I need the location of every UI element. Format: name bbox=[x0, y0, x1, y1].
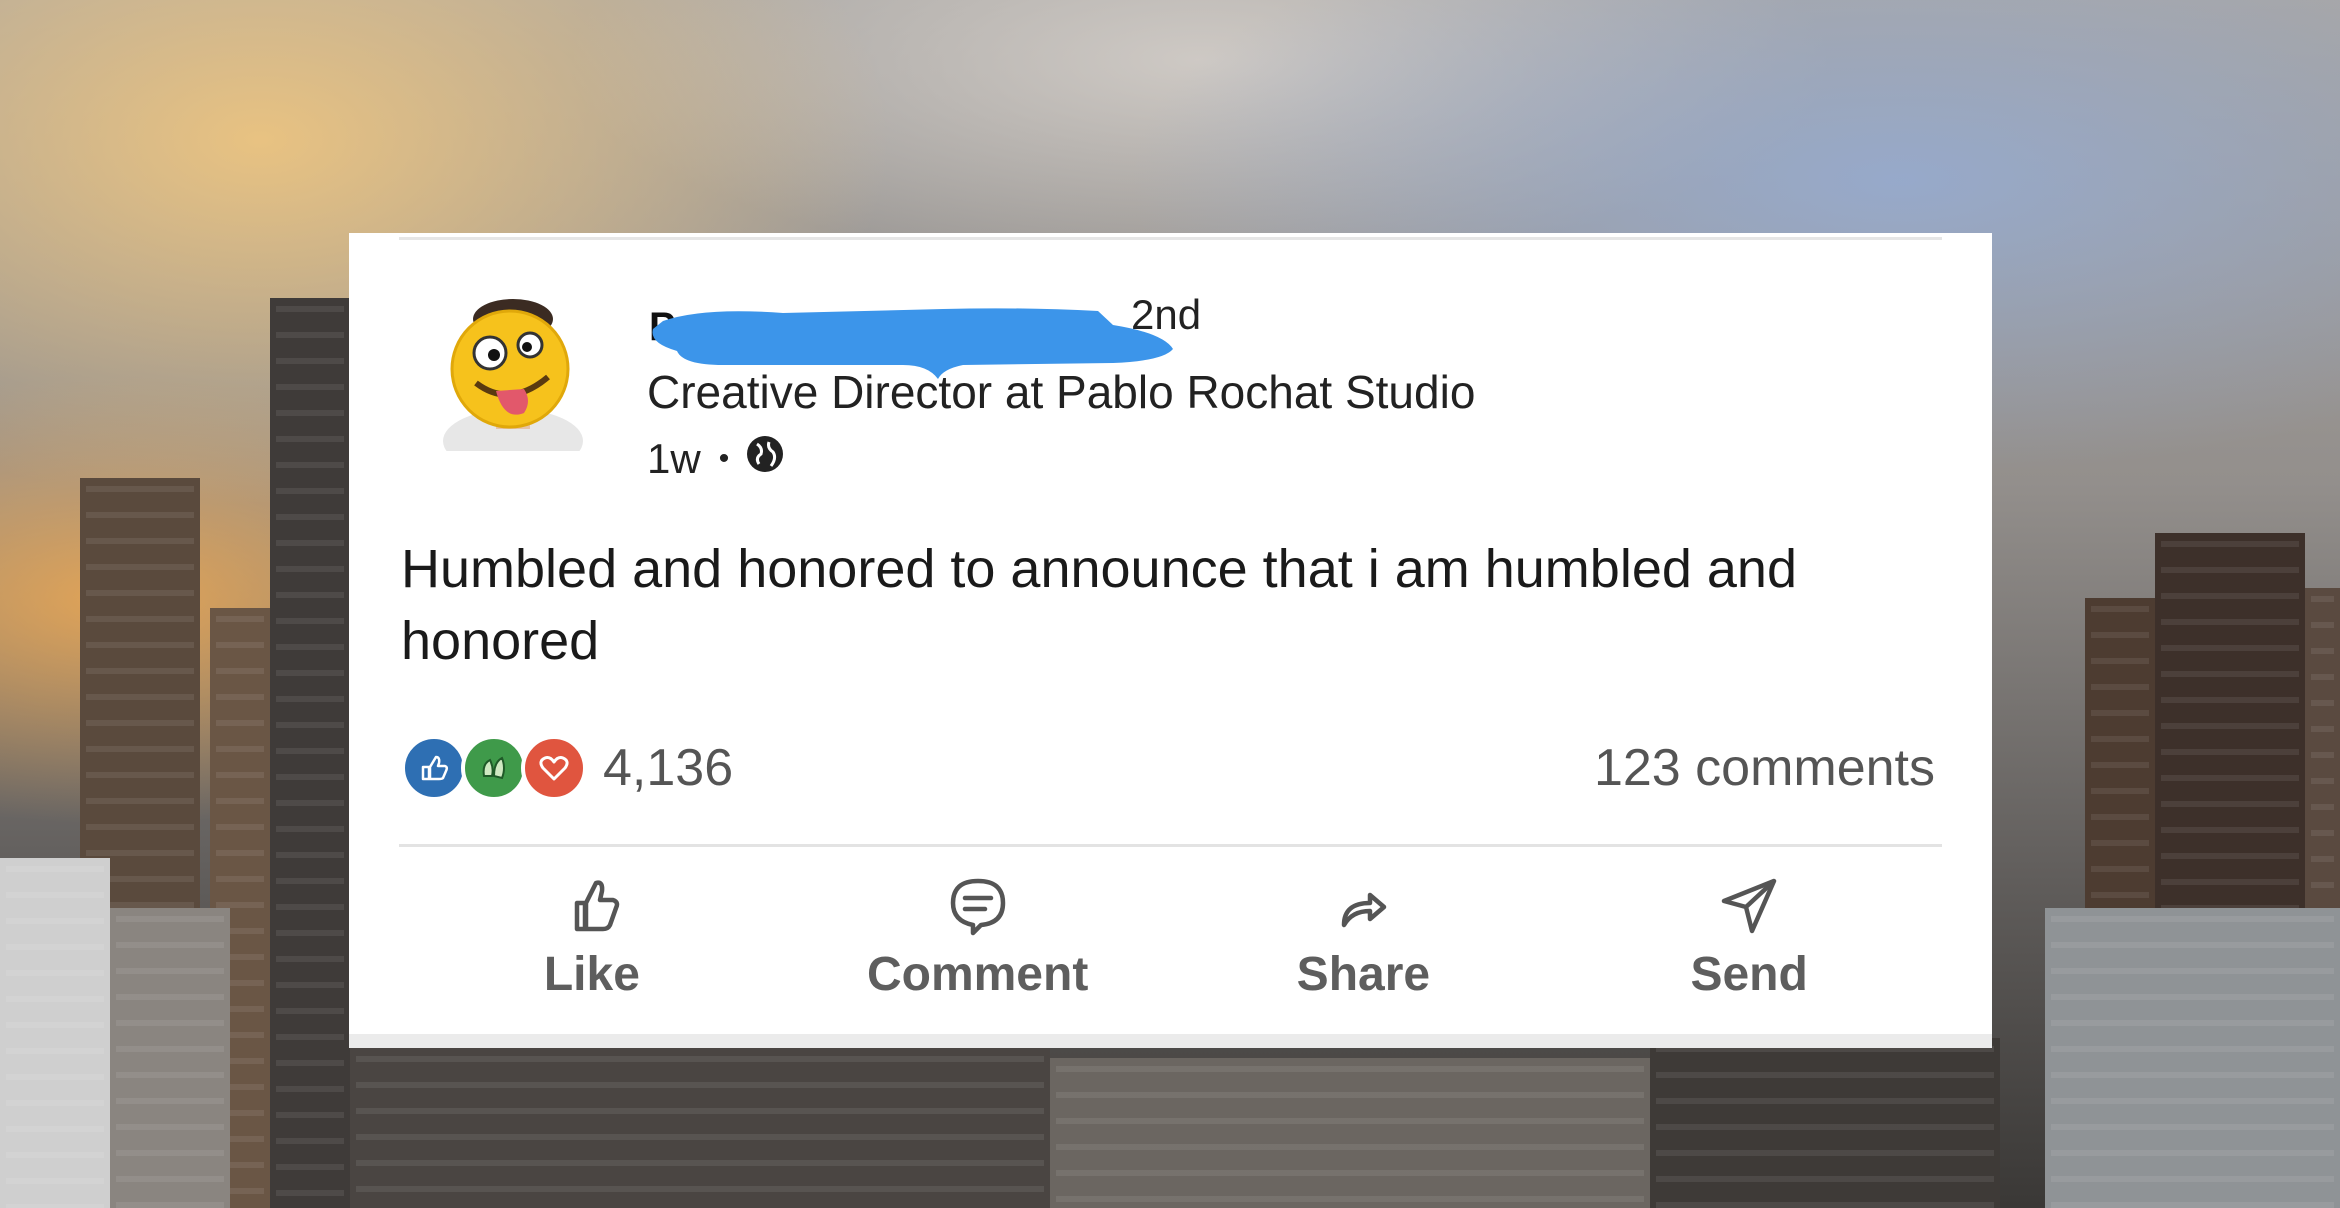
card-bottom-edge bbox=[349, 1034, 1992, 1048]
meta-separator: • bbox=[718, 442, 730, 475]
like-button[interactable]: Like bbox=[399, 873, 785, 1013]
building-silhouette bbox=[1650, 1038, 2000, 1208]
like-reaction-icon bbox=[401, 735, 467, 801]
post-meta: 1w • bbox=[647, 429, 787, 489]
post-timestamp: 1w bbox=[647, 435, 701, 482]
post-action-bar: Like Comment Share Send bbox=[399, 873, 1942, 1013]
send-label: Send bbox=[1690, 948, 1808, 1001]
actions-divider bbox=[399, 844, 1942, 847]
share-button[interactable]: Share bbox=[1171, 873, 1557, 1013]
share-arrow-icon bbox=[1342, 892, 1387, 928]
send-button[interactable]: Send bbox=[1556, 873, 1942, 1013]
reactions-summary[interactable]: 4,136 bbox=[401, 733, 733, 803]
comment-button[interactable]: Comment bbox=[785, 873, 1171, 1013]
connection-degree: 2nd bbox=[1131, 291, 1202, 338]
comment-bubble-icon bbox=[950, 878, 1005, 936]
building-silhouette bbox=[2045, 908, 2340, 1208]
building-silhouette bbox=[0, 858, 110, 1208]
post-body-text: Humbled and honored to announce that i a… bbox=[401, 539, 1797, 671]
reaction-count[interactable]: 4,136 bbox=[603, 738, 733, 798]
building-silhouette bbox=[270, 298, 350, 1208]
author-headline: Creative Director at Pablo Rochat Studio bbox=[647, 366, 1476, 418]
avatar[interactable] bbox=[438, 291, 588, 473]
love-reaction-icon bbox=[521, 735, 587, 801]
comments-count[interactable]: 123 comments bbox=[1594, 733, 1935, 803]
building-silhouette bbox=[110, 908, 230, 1208]
like-label: Like bbox=[543, 948, 640, 1001]
top-divider bbox=[399, 237, 1942, 240]
thumbs-up-icon bbox=[574, 880, 620, 932]
comment-label: Comment bbox=[866, 948, 1089, 1001]
celebrate-reaction-icon bbox=[461, 735, 527, 801]
globe-icon bbox=[743, 432, 787, 486]
share-label: Share bbox=[1296, 948, 1431, 1001]
linkedin-post-card: P 2nd Creative Director at Pablo Rochat … bbox=[349, 233, 1992, 1048]
building-silhouette bbox=[350, 1048, 1050, 1208]
building-silhouette bbox=[1050, 1058, 1650, 1208]
send-plane-icon bbox=[1721, 878, 1777, 934]
